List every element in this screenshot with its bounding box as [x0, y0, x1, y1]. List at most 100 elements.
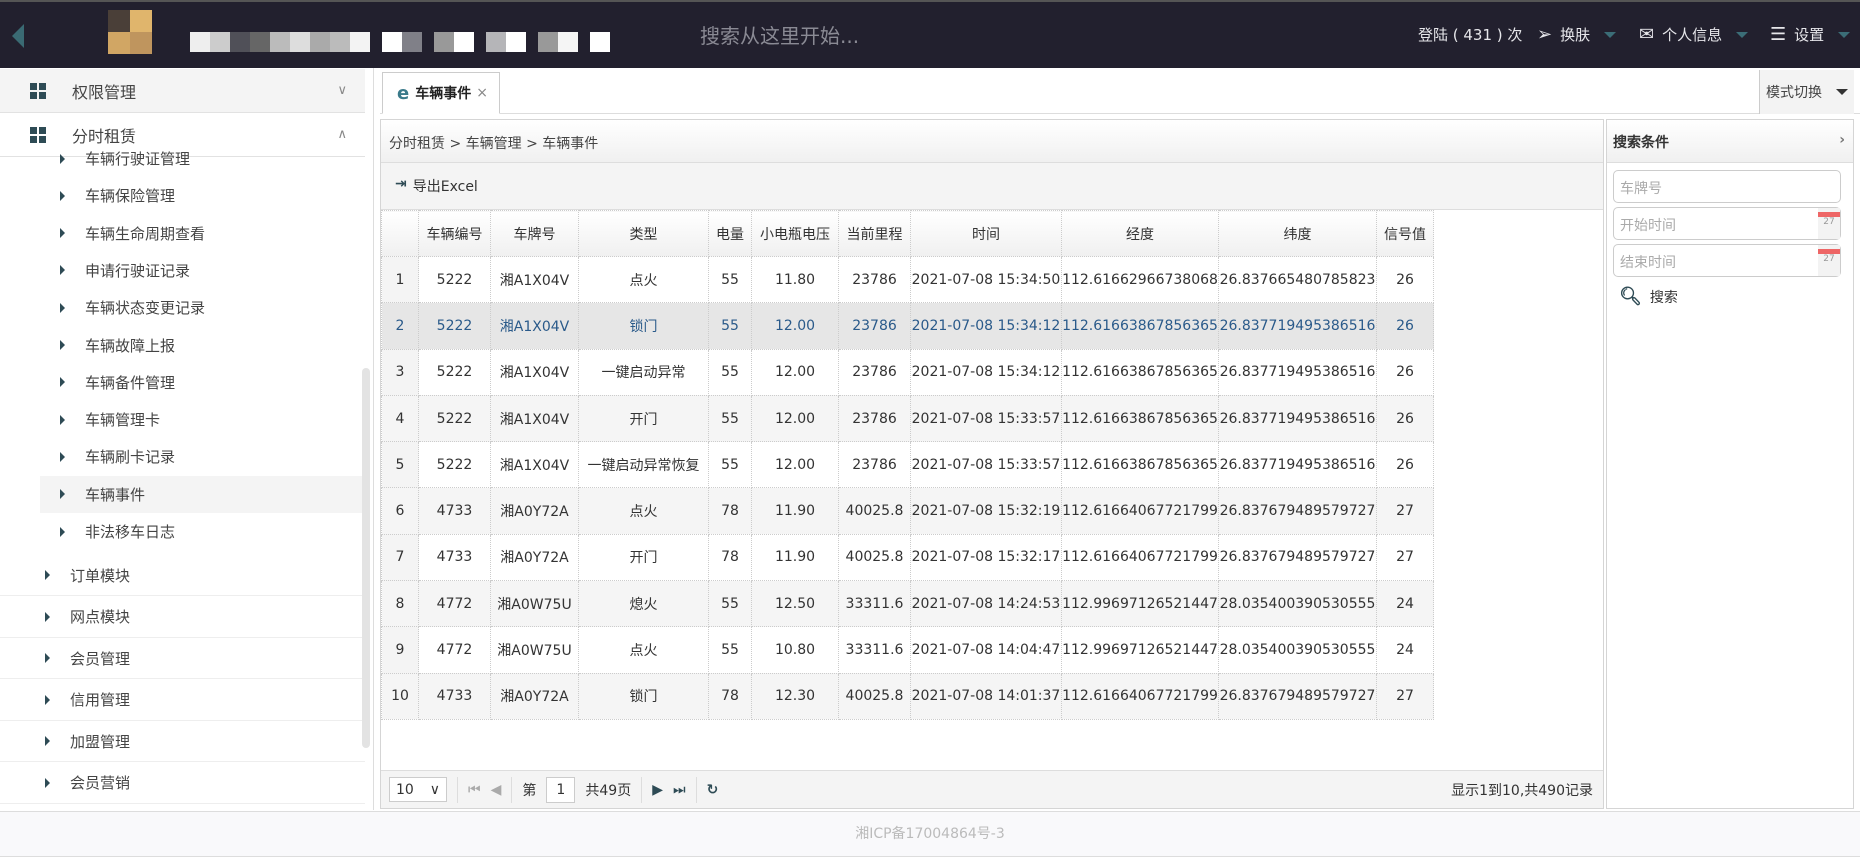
sidebar-item[interactable]: 车辆管理卡	[40, 401, 365, 438]
table-cell: 湘A1X04V	[490, 394, 579, 443]
table-cell: 2021-07-08 14:01:37	[910, 672, 1062, 720]
table-row[interactable]: 5 5222 湘A1X04V 一键启动异常恢复 55 12.00 23786 2021-07-…	[381, 441, 1434, 489]
table-cell: 26	[1376, 441, 1434, 489]
sidebar-module[interactable]: 会员营销	[0, 763, 365, 804]
prev-page-button[interactable]: ◀	[491, 782, 502, 798]
table-cell: 点火	[578, 626, 709, 674]
sidebar-item[interactable]: 车辆事件	[40, 475, 365, 513]
plate-input[interactable]: 车牌号	[1613, 170, 1841, 203]
column-header[interactable]: 时间	[910, 210, 1062, 257]
table-cell: 78	[708, 672, 752, 720]
sidebar-item[interactable]: 车辆刷卡记录	[40, 438, 365, 475]
refresh-icon[interactable]: ↻	[707, 782, 719, 798]
top-header: 搜索从这里开始... 登陆 ( 431 ) 次 ➢ 换肤 ✉ 个人信息 ☰ 设置	[0, 0, 1860, 68]
table-cell: 11.80	[751, 255, 839, 304]
table-row[interactable]: 1 5222 湘A1X04V 点火 55 11.80 23786 2021-07-08 15:…	[381, 255, 1434, 304]
table-row[interactable]: 4 5222 湘A1X04V 开门 55 12.00 23786 2021-07-08 15:…	[381, 394, 1434, 443]
column-header[interactable]: 纬度	[1218, 210, 1377, 257]
table-row[interactable]: 9 4772 湘A0W75U 点火 55 10.80 33311.6 2021-07-08 1…	[381, 626, 1434, 674]
sidebar-item-label: 车辆行驶证管理	[85, 150, 191, 168]
tab-vehicle-events[interactable]: e 车辆事件 ×	[382, 72, 500, 114]
table-cell: 11.90	[751, 533, 839, 582]
table-row[interactable]: 3 5222 湘A1X04V 一键启动异常 55 12.00 23786 2021-07-08…	[381, 348, 1434, 396]
page-size-select[interactable]: 10 ∨	[389, 777, 447, 802]
table-row[interactable]: 6 4733 湘A0Y72A 点火 78 11.90 40025.8 2021-07-08 1…	[381, 487, 1434, 535]
sidebar-module[interactable]: 会员管理	[0, 638, 365, 679]
sidebar-item-label: 车辆事件	[85, 485, 146, 504]
column-header[interactable]: 经度	[1061, 210, 1219, 257]
table-cell: 23786	[838, 441, 911, 489]
table-cell: 78	[708, 487, 752, 535]
close-icon[interactable]: ×	[476, 85, 488, 101]
settings-menu[interactable]: ☰ 设置	[1770, 24, 1851, 45]
table-cell: 112.61664067721799	[1061, 672, 1219, 720]
profile-menu[interactable]: ✉ 个人信息	[1639, 24, 1749, 45]
table-cell: 24	[1376, 626, 1434, 674]
collapse-sidebar-icon[interactable]	[12, 24, 24, 48]
sidebar-item[interactable]: 非法移车日志	[40, 513, 365, 550]
calendar-icon[interactable]: 27	[1818, 245, 1840, 276]
sidebar-module[interactable]: 网点模块	[0, 597, 365, 638]
table-row[interactable]: 8 4772 湘A0W75U 熄火 55 12.50 33311.6 2021-07-08 1…	[381, 580, 1434, 628]
caret-down-icon	[1836, 89, 1848, 95]
page-number-input[interactable]: 1	[546, 776, 576, 803]
table-cell: 开门	[578, 533, 709, 582]
module-label: 加盟管理	[70, 732, 131, 751]
export-button[interactable]: ⇥ 导出Excel	[395, 176, 478, 196]
table-cell: 33311.6	[838, 580, 911, 628]
sidebar-item[interactable]: 车辆生命周期查看	[40, 215, 365, 252]
column-header[interactable]: 车辆编号	[418, 210, 491, 257]
sidebar-item[interactable]: 车辆状态变更记录	[40, 289, 365, 326]
start-time-input[interactable]: 开始时间 27	[1613, 207, 1841, 240]
column-header[interactable]: 小电瓶电压	[751, 210, 839, 257]
column-header[interactable]	[381, 210, 419, 257]
sidebar-module[interactable]: 信用管理	[0, 680, 365, 721]
table-cell: 40025.8	[838, 533, 911, 582]
sidebar-item[interactable]: 车辆故障上报	[40, 327, 365, 364]
first-page-button[interactable]: ⏮	[468, 782, 481, 798]
sidebar-group-permissions[interactable]: 权限管理 ∨	[0, 69, 365, 113]
blurred-app-title	[190, 32, 610, 52]
search-icon: 🔍︎	[1619, 286, 1642, 307]
mode-switch-button[interactable]: 模式切换	[1759, 70, 1854, 114]
end-time-input[interactable]: 结束时间 27	[1613, 244, 1841, 277]
sliders-icon: ☰	[1770, 24, 1787, 45]
table-cell: 12.50	[751, 580, 839, 628]
column-header[interactable]: 电量	[708, 210, 752, 257]
sidebar-item[interactable]: 车辆保险管理	[40, 177, 365, 214]
sidebar-module[interactable]: 加盟管理	[0, 721, 365, 762]
column-header[interactable]: 信号值	[1376, 210, 1434, 257]
search-button[interactable]: 🔍︎ 搜索	[1619, 286, 1678, 307]
table-cell: 开门	[578, 394, 709, 443]
table-row[interactable]: 2 5222 湘A1X04V 锁门 55 12.00 23786 2021-07-08 15:…	[381, 302, 1434, 350]
sidebar-item[interactable]: 车辆行驶证管理	[40, 140, 365, 177]
global-search-input[interactable]: 搜索从这里开始...	[700, 20, 859, 49]
table-cell: 4733	[418, 533, 491, 582]
last-page-button[interactable]: ⏭	[673, 782, 686, 798]
table-row[interactable]: 10 4733 湘A0Y72A 锁门 78 12.30 40025.8 2021-07-08 …	[381, 672, 1434, 720]
sidebar-item[interactable]: 申请行驶证记录	[40, 252, 365, 289]
table-cell: 2021-07-08 15:33:57	[910, 394, 1062, 443]
skin-menu[interactable]: ➢ 换肤	[1537, 24, 1617, 45]
next-page-button[interactable]: ▶	[652, 782, 663, 798]
caret-down-icon	[1604, 31, 1617, 38]
column-header[interactable]: 类型	[578, 210, 709, 257]
table-cell: 27	[1376, 533, 1434, 582]
table-cell: 112.61664067721799	[1061, 487, 1219, 535]
column-header[interactable]: 当前里程	[838, 210, 911, 257]
table-cell: 熄火	[578, 580, 709, 628]
calendar-icon[interactable]: 27	[1818, 208, 1840, 239]
caret-right-icon	[60, 489, 65, 500]
sidebar-item[interactable]: 车辆备件管理	[40, 364, 365, 401]
sidebar-module[interactable]: 订单模块	[0, 555, 365, 596]
sidebar-item-label: 车辆管理卡	[85, 411, 161, 430]
table-cell: 4772	[418, 580, 491, 628]
chevron-right-icon[interactable]: ›	[1839, 132, 1845, 148]
module-label: 会员管理	[70, 649, 131, 668]
sidebar-scrollbar[interactable]	[362, 368, 370, 748]
row-number: 10	[381, 672, 419, 720]
table-row[interactable]: 7 4733 湘A0Y72A 开门 78 11.90 40025.8 2021-07-08 1…	[381, 533, 1434, 582]
column-header[interactable]: 车牌号	[490, 210, 579, 257]
table-cell: 2021-07-08 14:04:47	[910, 626, 1062, 674]
caret-right-icon	[60, 377, 65, 388]
